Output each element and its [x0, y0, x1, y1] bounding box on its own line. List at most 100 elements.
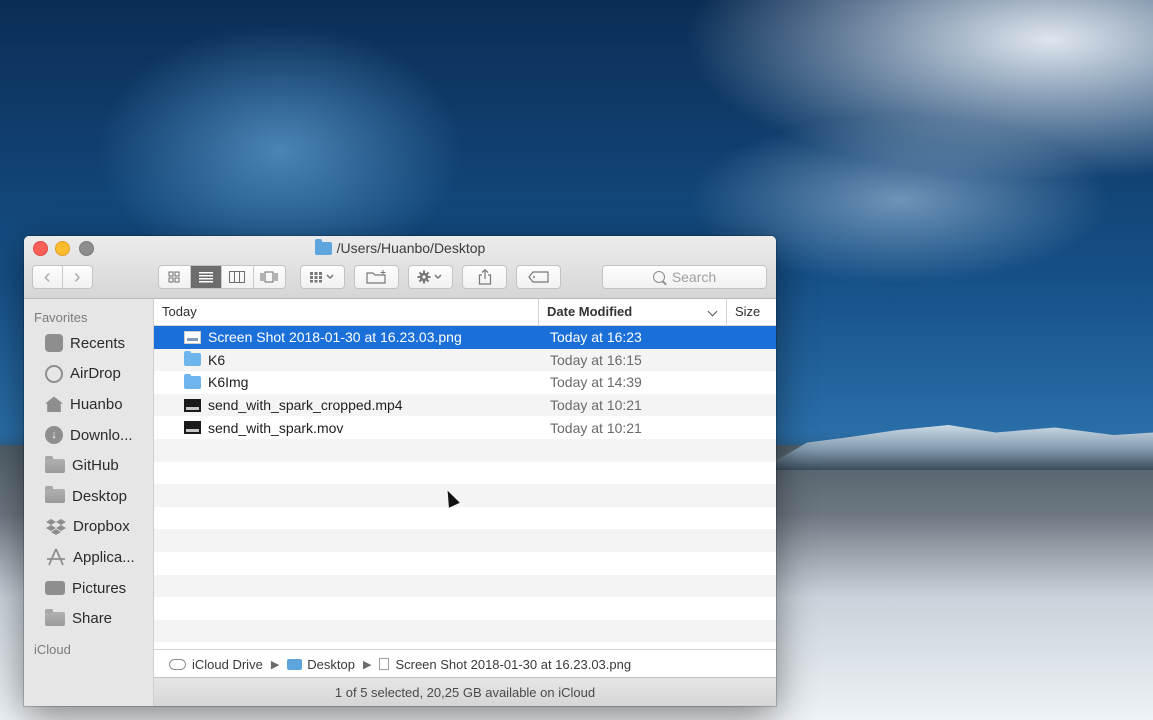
sidebar-item-label: Huanbo [70, 395, 123, 413]
path-separator-icon: ▶ [270, 658, 280, 671]
sidebar-heading-favorites: Favorites [34, 310, 88, 325]
window-title: /Users/Huanbo/Desktop [24, 239, 776, 256]
sidebar-item-applications[interactable]: Applica... [24, 542, 153, 573]
sidebar: Favorites Recents AirDrop Huanbo ↓ Downlo… [24, 299, 154, 706]
file-row[interactable]: send_with_spark.mov Today at 10:21 [154, 416, 776, 439]
empty-row [154, 597, 776, 620]
sidebar-item-label: Downlo... [70, 426, 133, 444]
file-name: send_with_spark.mov [208, 419, 344, 436]
file-row[interactable]: K6Img Today at 14:39 [154, 371, 776, 394]
column-view-button[interactable] [222, 266, 254, 288]
folder-icon [287, 658, 303, 670]
file-name: Screen Shot 2018-01-30 at 16.23.03.png [208, 329, 462, 346]
tags-button[interactable] [516, 265, 561, 289]
empty-row [154, 507, 776, 530]
sidebar-item-pictures[interactable]: Pictures [24, 573, 153, 604]
column-header-date-label: Date Modified [547, 304, 633, 319]
video-file-icon [184, 398, 201, 412]
empty-row [154, 619, 776, 643]
folder-icon [184, 373, 201, 389]
folder-icon [45, 608, 65, 626]
sidebar-item-github[interactable]: GitHub [24, 450, 153, 481]
sidebar-item-dropbox[interactable]: Dropbox [24, 512, 153, 543]
file-date-modified: Today at 10:21 [550, 419, 642, 436]
grid-icon [168, 271, 180, 283]
back-button[interactable]: ‹ [33, 266, 63, 288]
column-header-size[interactable]: Size [727, 299, 776, 325]
back-forward-control: ‹ › [32, 265, 93, 289]
file-name: K6 [208, 351, 226, 368]
sidebar-item-huanbo[interactable]: Huanbo [24, 389, 153, 420]
file-name: send_with_spark_cropped.mp4 [208, 397, 403, 414]
file-date-modified: Today at 14:39 [550, 374, 642, 391]
sidebar-item-label: AirDrop [70, 365, 121, 383]
image-file-icon [184, 330, 201, 344]
recents-icon [45, 334, 63, 353]
sidebar-heading-icloud: iCloud [34, 641, 71, 657]
file-list: Today Date Modified Size Screen Shot 201… [154, 299, 776, 650]
status-text: 1 of 5 selected, 20,25 GB available on i… [334, 684, 596, 700]
file-icon [379, 658, 390, 670]
home-icon [45, 396, 63, 413]
empty-row [154, 574, 776, 598]
gallery-view-button[interactable] [254, 266, 285, 288]
file-row[interactable]: send_with_spark_cropped.mp4 Today at 10:2… [154, 393, 776, 417]
group-grid-chevron-icon [309, 272, 334, 283]
file-row[interactable]: K6 Today at 16:15 [154, 348, 776, 372]
file-rows: Screen Shot 2018-01-30 at 16.23.03.png To… [154, 326, 776, 643]
forward-button[interactable]: › [63, 266, 92, 288]
sidebar-item-label: Dropbox [73, 518, 130, 536]
dropbox-icon [45, 518, 66, 536]
forward-chevron-icon: › [73, 265, 81, 288]
sidebar-item-label: Applica... [73, 548, 135, 566]
file-date-modified: Today at 16:23 [550, 329, 642, 346]
sidebar-item-label: Share [72, 610, 113, 628]
file-name: K6Img [208, 374, 249, 391]
sidebar-item-downloads[interactable]: ↓ Downlo... [24, 420, 153, 451]
finder-window: /Users/Huanbo/Desktop ‹ › Search Favorit… [24, 236, 776, 706]
window-body: Favorites Recents AirDrop Huanbo ↓ Downlo… [24, 299, 776, 706]
view-mode-control [158, 265, 286, 289]
sidebar-item-desktop[interactable]: Desktop [24, 481, 153, 512]
new-folder-button[interactable] [354, 265, 399, 289]
list-view-button[interactable] [190, 266, 222, 288]
file-name-cell: Screen Shot 2018-01-30 at 16.23.03.png [184, 329, 462, 345]
title-bar: /Users/Huanbo/Desktop ‹ › Search [24, 236, 776, 299]
sidebar-footer [24, 678, 153, 706]
group-by-button[interactable] [300, 265, 345, 289]
search-field[interactable]: Search [602, 265, 767, 289]
gear-icon [417, 270, 442, 284]
column-header: Today Date Modified Size [154, 299, 776, 326]
icloud-icon [169, 658, 186, 670]
file-name-cell: K6Img [184, 373, 249, 391]
back-chevron-icon: ‹ [43, 265, 51, 288]
path-item-icloud-drive[interactable]: iCloud Drive [192, 657, 263, 672]
sidebar-item-label: Pictures [72, 579, 127, 597]
column-header-date-modified[interactable]: Date Modified [539, 299, 727, 325]
empty-row [154, 462, 776, 485]
airdrop-icon [45, 364, 63, 383]
column-header-name[interactable]: Today [154, 299, 539, 325]
path-item-desktop[interactable]: Desktop [307, 657, 355, 672]
sidebar-item-label: Desktop [72, 487, 128, 505]
folder-icon [314, 239, 332, 255]
sidebar-item-airdrop[interactable]: AirDrop [24, 359, 153, 390]
sort-chevron-down-icon [707, 306, 718, 317]
search-placeholder: Search [671, 269, 717, 285]
file-name-cell: send_with_spark_cropped.mp4 [184, 397, 403, 413]
sidebar-item-recents[interactable]: Recents [24, 328, 153, 359]
applications-icon [45, 548, 66, 566]
wallpaper-mountain [760, 425, 1153, 470]
file-name-cell: K6 [184, 351, 226, 368]
action-menu-button[interactable] [408, 265, 453, 289]
path-item-file[interactable]: Screen Shot 2018-01-30 at 16.23.03.png [395, 657, 631, 672]
path-bar: iCloud Drive ▶ Desktop ▶ Screen Shot 201… [154, 649, 776, 678]
sidebar-item-share[interactable]: Share [24, 603, 153, 634]
search-icon [652, 271, 665, 283]
share-button[interactable] [462, 265, 507, 289]
empty-row [154, 529, 776, 552]
empty-row [154, 484, 776, 507]
desktop-icon [45, 486, 65, 504]
icon-view-button[interactable] [159, 266, 191, 288]
file-row[interactable]: Screen Shot 2018-01-30 at 16.23.03.png To… [154, 326, 776, 349]
